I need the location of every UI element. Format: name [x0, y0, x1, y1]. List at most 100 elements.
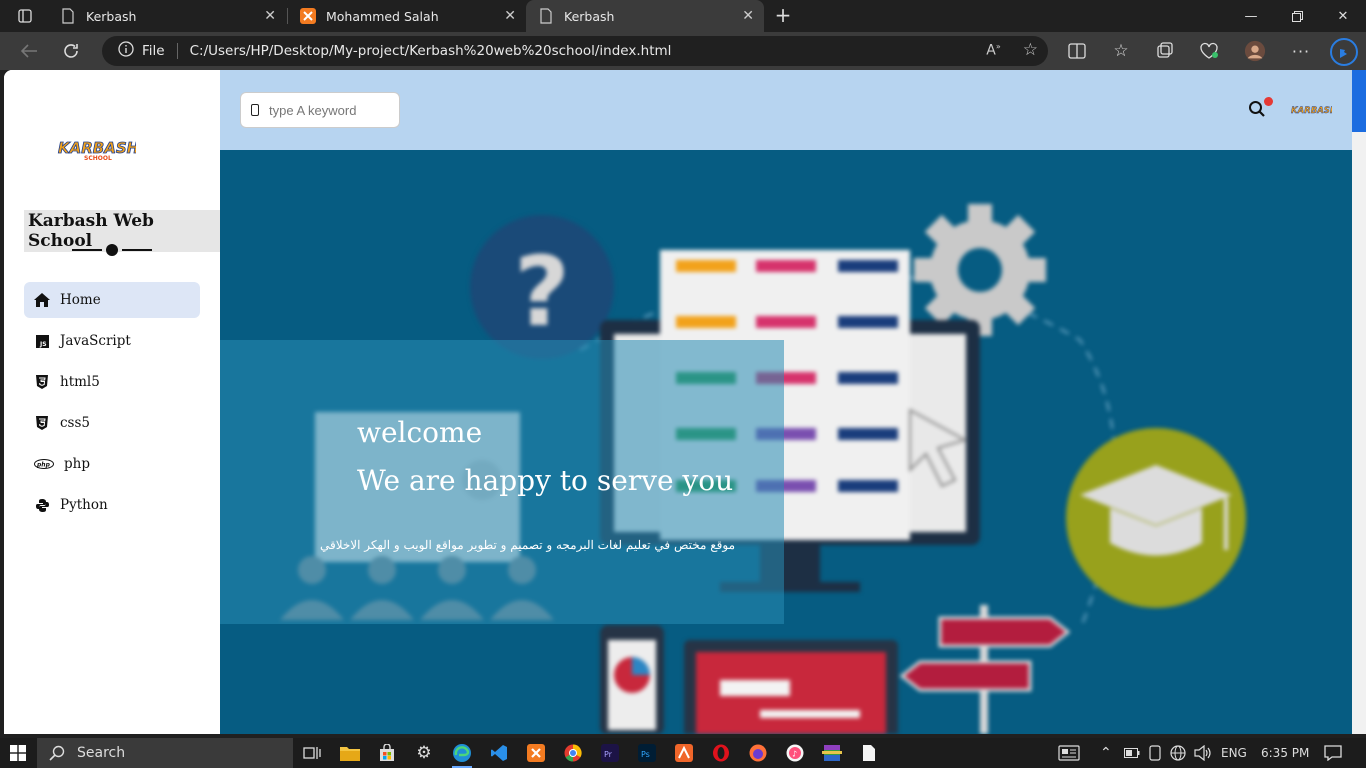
minimize-button[interactable]: —: [1228, 0, 1274, 32]
sidebar-item-label: html5: [60, 374, 100, 390]
back-button[interactable]: [14, 38, 44, 64]
sidebar-item-php[interactable]: php php: [24, 446, 200, 482]
notepad-icon[interactable]: [857, 741, 881, 765]
clock-time[interactable]: 6:35 PM: [1261, 738, 1309, 768]
sidebar-item-label: php: [64, 456, 90, 472]
address-url[interactable]: C:/Users/HP/Desktop/My-project/Kerbash%2…: [190, 43, 672, 59]
hero-welcome-heading: welcome: [357, 416, 483, 449]
favorite-star-icon[interactable]: ☆: [1023, 42, 1038, 59]
browser-tab-2[interactable]: Mohammed Salah ✕: [288, 0, 526, 32]
close-window-button[interactable]: ✕: [1320, 0, 1366, 32]
sidebar-item-home[interactable]: Home: [24, 282, 200, 318]
browser-tab-3-active[interactable]: Kerbash ✕: [526, 0, 764, 32]
sidebar: KARBASH SCHOOL Karbash Web School Home J…: [4, 70, 220, 734]
sidebar-item-html5[interactable]: html5: [24, 364, 200, 400]
page-scrollbar[interactable]: [1352, 70, 1366, 734]
photoshop-icon[interactable]: Ps: [635, 741, 659, 765]
sidebar-item-label: Python: [60, 497, 108, 513]
sidebar-item-python[interactable]: Python: [24, 487, 200, 523]
chrome-icon[interactable]: [561, 741, 585, 765]
microsoft-store-icon[interactable]: [375, 741, 399, 765]
restore-button[interactable]: [1274, 0, 1320, 32]
header-logo-text: KARBASH: [1291, 106, 1332, 116]
scrollbar-thumb[interactable]: [1352, 70, 1366, 132]
scheme-label: File: [142, 43, 165, 59]
address-separator: [176, 43, 178, 59]
keyword-search-input[interactable]: [269, 102, 389, 118]
browser-essentials-icon[interactable]: [1198, 40, 1220, 62]
device-icon[interactable]: [1148, 738, 1162, 768]
winrar-icon[interactable]: [820, 741, 844, 765]
svg-text:JS: JS: [39, 341, 47, 348]
css-icon: [34, 415, 50, 431]
bing-copilot-icon[interactable]: [1330, 38, 1358, 66]
notification-badge: [1264, 97, 1273, 106]
windows-taskbar: Search ⚙ Pr Ps ♪ ⌃ ENG 6:35 PM: [0, 738, 1366, 768]
keyword-search-box[interactable]: [240, 92, 400, 128]
hero-tagline: We are happy to serve you: [357, 464, 734, 497]
page-viewport: KARBASH SCHOOL Karbash Web School Home J…: [4, 70, 1366, 734]
firefox-icon[interactable]: [746, 741, 770, 765]
more-menu-icon[interactable]: ···: [1290, 40, 1312, 62]
settings-gear-icon[interactable]: ⚙: [412, 741, 436, 765]
page-header: KARBASH: [220, 70, 1352, 150]
xampp-icon: [300, 8, 316, 24]
split-screen-icon[interactable]: [1066, 40, 1088, 62]
profile-avatar[interactable]: [1244, 40, 1266, 62]
file-explorer-icon[interactable]: [338, 741, 362, 765]
premiere-pro-icon[interactable]: Pr: [598, 741, 622, 765]
xampp-taskbar-icon[interactable]: [524, 741, 548, 765]
svg-text:Ps: Ps: [641, 750, 650, 759]
tab-title: Kerbash: [86, 8, 137, 24]
app-orange-icon[interactable]: [672, 741, 696, 765]
sidebar-item-label: JavaScript: [60, 333, 131, 349]
refresh-button[interactable]: [56, 38, 86, 64]
vscode-icon[interactable]: [487, 741, 511, 765]
browser-tab-strip: Kerbash ✕ Mohammed Salah ✕ Kerbash ✕ + —…: [0, 0, 1366, 32]
collections-icon[interactable]: [1154, 40, 1176, 62]
hero-description: موقع مختص في تعليم لغات البرمجه و تصميم …: [319, 538, 735, 552]
edge-browser-icon[interactable]: [450, 741, 474, 768]
close-tab-icon[interactable]: ✕: [264, 8, 276, 24]
notification-center-icon[interactable]: [1324, 738, 1342, 768]
task-view-icon[interactable]: [300, 741, 324, 765]
svg-text:?: ?: [514, 236, 570, 348]
tab-actions-icon[interactable]: [8, 4, 42, 28]
close-tab-icon[interactable]: ✕: [742, 8, 754, 24]
language-indicator[interactable]: ENG: [1221, 738, 1247, 768]
tab-title: Mohammed Salah: [326, 8, 439, 24]
taskbar-search-label: Search: [77, 745, 126, 761]
sidebar-item-css5[interactable]: css5: [24, 405, 200, 441]
info-icon[interactable]: [118, 41, 134, 61]
svg-text:Pr: Pr: [604, 750, 613, 759]
logo-subtext: SCHOOL: [84, 155, 112, 162]
news-widget-icon[interactable]: [1058, 738, 1080, 768]
volume-icon[interactable]: [1194, 738, 1212, 768]
sidebar-menu: Home JS JavaScript html5 css5 php php Py…: [24, 282, 200, 528]
new-tab-button[interactable]: +: [770, 4, 796, 28]
search-icon: [49, 745, 65, 761]
browser-tab-1[interactable]: Kerbash ✕: [48, 0, 286, 32]
svg-text:php: php: [36, 462, 51, 469]
chevron-up-icon[interactable]: ⌃: [1100, 738, 1112, 768]
php-icon: php: [34, 456, 54, 472]
sidebar-item-javascript[interactable]: JS JavaScript: [24, 323, 200, 359]
network-globe-icon[interactable]: [1170, 738, 1186, 768]
title-divider: [72, 244, 152, 256]
site-logo[interactable]: KARBASH SCHOOL: [56, 136, 140, 162]
read-aloud-icon[interactable]: A»: [986, 42, 1000, 59]
favorites-icon[interactable]: ☆: [1110, 40, 1132, 62]
opera-icon[interactable]: [709, 741, 733, 765]
battery-icon[interactable]: [1124, 738, 1140, 768]
windows-start-icon[interactable]: [0, 738, 36, 768]
python-icon: [34, 497, 50, 513]
js-icon: JS: [34, 333, 50, 349]
header-logo[interactable]: KARBASH: [1290, 102, 1337, 116]
close-tab-icon[interactable]: ✕: [504, 8, 516, 24]
address-bar[interactable]: File C:/Users/HP/Desktop/My-project/Kerb…: [102, 36, 1048, 66]
tab-title: Kerbash: [564, 8, 615, 24]
music-player-icon[interactable]: ♪: [783, 741, 807, 765]
search-field-icon: [251, 101, 259, 120]
taskbar-search-box[interactable]: Search: [37, 738, 293, 768]
sidebar-item-label: Home: [60, 292, 101, 308]
